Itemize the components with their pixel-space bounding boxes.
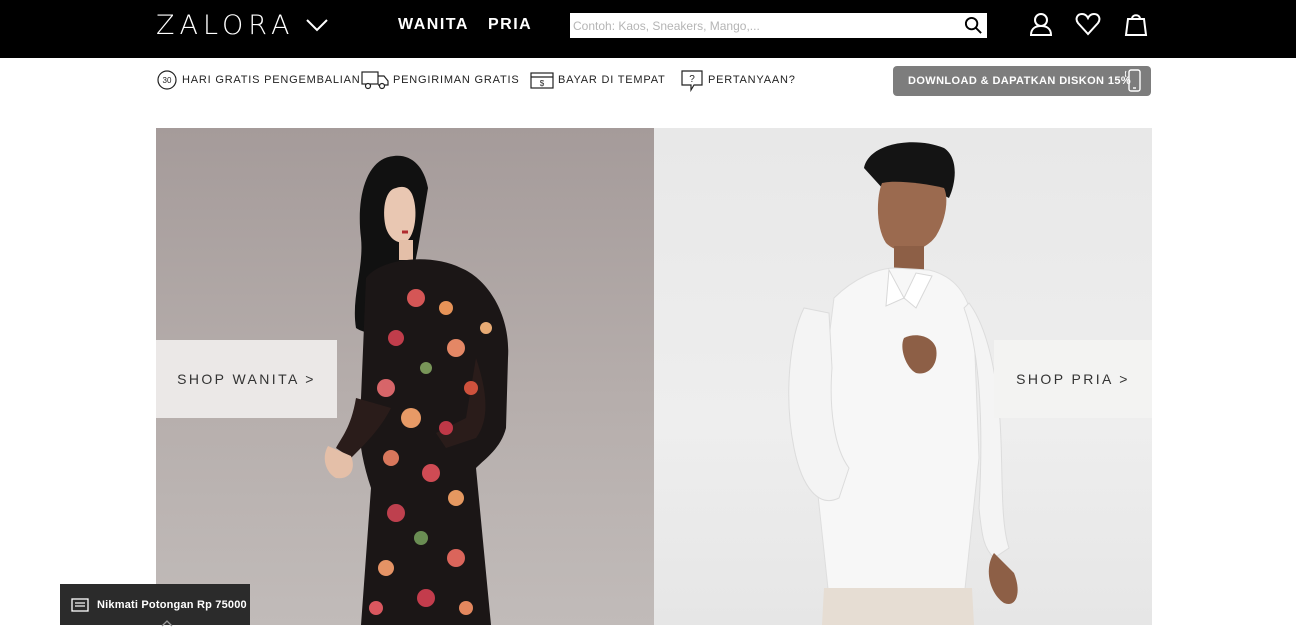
shop-wanita-button[interactable]: SHOP WANITA >	[156, 340, 337, 418]
promo-voucher-toast[interactable]: Nikmati Potongan Rp 75000	[60, 584, 250, 627]
chevron-down-icon[interactable]	[304, 15, 330, 35]
shopping-bag-icon[interactable]	[1123, 11, 1149, 37]
usp-label[interactable]: PERTANYAAN?	[708, 74, 796, 86]
logo-menu[interactable]: ZALORA	[156, 8, 330, 42]
search-icon[interactable]	[964, 16, 983, 35]
search-bar	[570, 13, 987, 38]
download-app-label: DOWNLOAD & DAPATKAN DISKON 15%	[908, 75, 1132, 87]
usp-faq[interactable]: ? PERTANYAAN?	[680, 67, 796, 93]
zalora-logo[interactable]: ZALORA	[156, 10, 294, 41]
nav-pria[interactable]: PRIA	[488, 16, 532, 34]
cash-on-delivery-icon: $	[530, 72, 554, 89]
hero-men-banner[interactable]: SHOP PRIA >	[654, 128, 1152, 625]
account-icon[interactable]	[1028, 11, 1054, 37]
wishlist-icon[interactable]	[1075, 11, 1101, 37]
usp-label: HARI GRATIS PENGEMBALIAN	[182, 74, 361, 86]
top-navigation-bar: ZALORA WANITA PRIA	[0, 0, 1296, 58]
delivery-truck-icon	[361, 71, 389, 90]
svg-text:$: $	[540, 79, 545, 88]
voucher-icon	[71, 597, 89, 612]
promo-label[interactable]: Nikmati Potongan Rp 75000	[97, 599, 247, 611]
usp-free-shipping: PENGIRIMAN GRATIS	[361, 67, 519, 93]
download-app-button[interactable]: DOWNLOAD & DAPATKAN DISKON 15%	[893, 66, 1151, 96]
30-days-return-icon: 30	[157, 70, 177, 90]
nav-wanita[interactable]: WANITA	[398, 16, 469, 34]
chevron-up-icon[interactable]	[160, 619, 174, 627]
shop-pria-button[interactable]: SHOP PRIA >	[994, 340, 1152, 418]
usp-label: BAYAR DI TEMPAT	[558, 74, 666, 86]
usp-label: PENGIRIMAN GRATIS	[393, 74, 520, 86]
search-input[interactable]	[570, 13, 950, 38]
question-icon: ?	[681, 70, 703, 92]
usp-free-returns: 30 HARI GRATIS PENGEMBALIAN	[156, 67, 361, 93]
svg-text:?: ?	[689, 74, 695, 85]
hero-women-banner[interactable]: SHOP WANITA >	[156, 128, 654, 625]
mobile-phone-icon	[1125, 69, 1141, 92]
usp-cod: $ BAYAR DI TEMPAT	[530, 67, 666, 93]
svg-text:30: 30	[163, 76, 172, 85]
